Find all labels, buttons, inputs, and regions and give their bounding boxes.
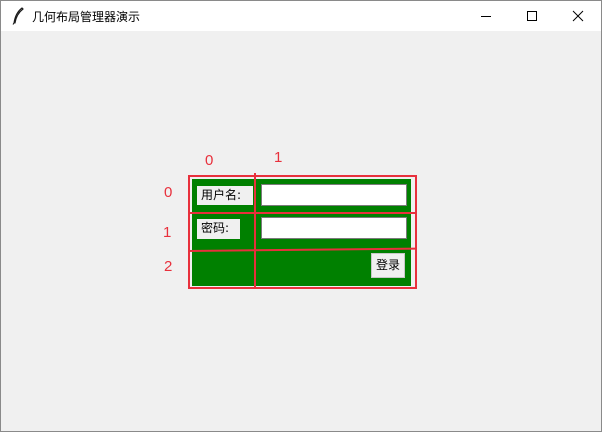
grid-row-divider-1 — [190, 212, 416, 214]
column-label-1: 1 — [274, 149, 283, 166]
column-label-0: 0 — [205, 152, 214, 169]
title-bar[interactable]: 几何布局管理器演示 — [1, 1, 601, 31]
row-label-0: 0 — [164, 184, 173, 201]
client-area: 0 1 0 1 2 用户名: 密码: 登录 — [1, 31, 601, 431]
grid-column-divider — [254, 173, 256, 289]
maximize-button[interactable] — [509, 1, 555, 31]
row-label-1: 1 — [163, 224, 172, 241]
minimize-button[interactable] — [463, 1, 509, 31]
close-button[interactable] — [555, 1, 601, 31]
maximize-icon — [527, 11, 537, 21]
minimize-icon — [481, 16, 491, 17]
feather-icon — [12, 7, 24, 25]
window-title: 几何布局管理器演示 — [32, 10, 141, 24]
app-window: 几何布局管理器演示 0 1 0 1 2 用户名: 密码: 登录 — [0, 0, 602, 432]
row-label-2: 2 — [164, 258, 173, 275]
close-icon — [572, 10, 584, 22]
grid-outline — [188, 175, 417, 289]
